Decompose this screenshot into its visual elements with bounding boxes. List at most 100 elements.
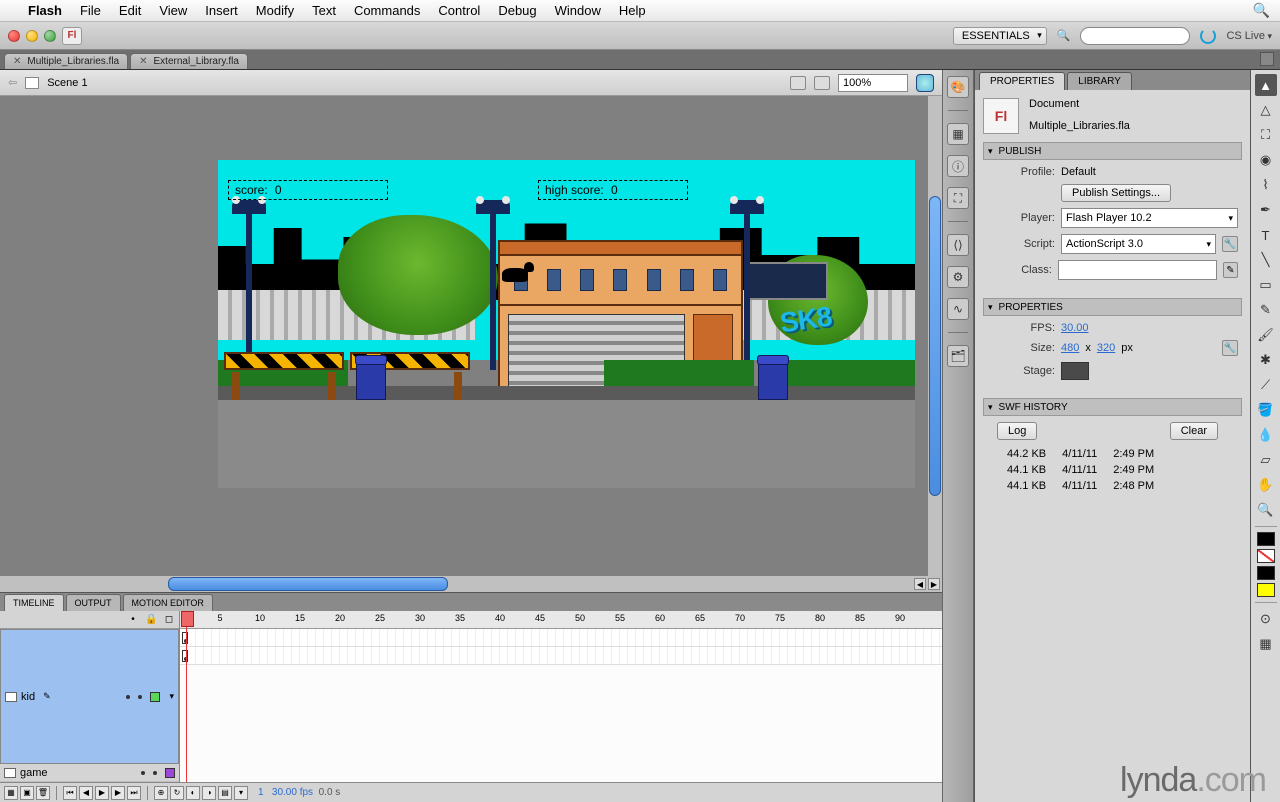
- edit-multiple-button[interactable]: ▤: [218, 786, 232, 800]
- 3d-rotation-tool[interactable]: ◉: [1255, 149, 1277, 171]
- publish-settings-button[interactable]: Publish Settings...: [1061, 184, 1171, 202]
- class-input[interactable]: [1058, 260, 1217, 280]
- fill-color-swatch[interactable]: [1257, 566, 1275, 580]
- step-forward-button[interactable]: ▶: [111, 786, 125, 800]
- project-panel-icon[interactable]: 🗂: [947, 345, 969, 367]
- scene-label[interactable]: Scene 1: [47, 77, 87, 89]
- paint-bucket-tool[interactable]: 🪣: [1255, 399, 1277, 421]
- spotlight-icon[interactable]: 🔍: [1253, 2, 1270, 19]
- cslive-dropdown[interactable]: CS Live: [1226, 30, 1272, 42]
- menu-view[interactable]: View: [159, 3, 187, 18]
- sync-icon[interactable]: [1200, 28, 1216, 44]
- lock-column-icon[interactable]: 🔒: [145, 614, 157, 626]
- selection-tool[interactable]: ▲: [1255, 74, 1277, 96]
- pencil-tool[interactable]: ✎: [1255, 299, 1277, 321]
- play-button[interactable]: ▶: [95, 786, 109, 800]
- pen-tool[interactable]: ✒: [1255, 199, 1277, 221]
- stage-vertical-scrollbar[interactable]: [928, 96, 942, 576]
- transform-panel-icon[interactable]: ⛶: [947, 187, 969, 209]
- onion-skin-button[interactable]: ◐: [186, 786, 200, 800]
- zoom-window-button[interactable]: [44, 30, 56, 42]
- stroke-color-swatch[interactable]: [1257, 532, 1275, 546]
- subselection-tool[interactable]: △: [1255, 99, 1277, 121]
- swf-history-section-header[interactable]: SWF HISTORY: [983, 398, 1242, 416]
- tab-motion-editor[interactable]: MOTION EDITOR: [123, 594, 213, 611]
- tab-output[interactable]: OUTPUT: [66, 594, 121, 611]
- motion-presets-icon[interactable]: ∿: [947, 298, 969, 320]
- frames-area[interactable]: 1 5 10 15 20 25 30 35 40 45 50 55 60 65: [180, 611, 942, 782]
- back-icon[interactable]: ⇦: [8, 76, 17, 89]
- close-window-button[interactable]: [8, 30, 20, 42]
- new-layer-button[interactable]: ▦: [4, 786, 18, 800]
- deco-tool[interactable]: ✱: [1255, 349, 1277, 371]
- goto-last-button[interactable]: ⏭: [127, 786, 141, 800]
- scroll-right-icon[interactable]: ▶: [928, 578, 940, 590]
- stage-horizontal-scrollbar[interactable]: ◀▶: [0, 576, 942, 592]
- delete-layer-button[interactable]: 🗑: [36, 786, 50, 800]
- modify-markers-button[interactable]: ▾: [234, 786, 248, 800]
- stage-height[interactable]: 320: [1097, 342, 1115, 354]
- snap-to-objects-button[interactable]: ⊙: [1255, 608, 1277, 630]
- frame-row[interactable]: [180, 629, 942, 647]
- hand-tool[interactable]: ✋: [1255, 474, 1277, 496]
- components-panel-icon[interactable]: ⚙: [947, 266, 969, 288]
- layer-row[interactable]: kid ✎: [0, 629, 179, 764]
- edit-scene-icon[interactable]: [790, 76, 806, 90]
- free-transform-tool[interactable]: ⛶: [1255, 124, 1277, 146]
- stage-viewport[interactable]: SK8 score: 0 high score: 0: [0, 96, 942, 576]
- menu-commands[interactable]: Commands: [354, 3, 420, 18]
- highscore-textfield[interactable]: high score: 0: [538, 180, 688, 200]
- lasso-tool[interactable]: ⌇: [1255, 174, 1277, 196]
- menu-text[interactable]: Text: [312, 3, 336, 18]
- menu-file[interactable]: File: [80, 3, 101, 18]
- stage-color-swatch[interactable]: [1061, 362, 1089, 380]
- stage-width[interactable]: 480: [1061, 342, 1079, 354]
- zoom-tool[interactable]: 🔍: [1255, 499, 1277, 521]
- visibility-column-icon[interactable]: •: [127, 614, 139, 626]
- close-tab-icon[interactable]: ✕: [139, 56, 147, 67]
- frame-ruler[interactable]: 1 5 10 15 20 25 30 35 40 45 50 55 60 65: [180, 611, 942, 629]
- onion-outline-button[interactable]: ◑: [202, 786, 216, 800]
- text-tool[interactable]: T: [1255, 224, 1277, 246]
- properties-section-header[interactable]: PROPERTIES: [983, 298, 1242, 316]
- code-snippets-icon[interactable]: ⟨⟩: [947, 234, 969, 256]
- outline-column-icon[interactable]: ◻: [163, 614, 175, 626]
- menu-control[interactable]: Control: [438, 3, 480, 18]
- align-panel-icon[interactable]: ▦: [947, 123, 969, 145]
- search-input[interactable]: [1080, 27, 1190, 45]
- publish-section-header[interactable]: PUBLISH: [983, 142, 1242, 160]
- player-dropdown[interactable]: Flash Player 10.2: [1061, 208, 1238, 228]
- document-tab[interactable]: ✕ Multiple_Libraries.fla: [4, 53, 128, 69]
- goto-first-button[interactable]: ⏮: [63, 786, 77, 800]
- fps-value[interactable]: 30.00: [1061, 322, 1089, 334]
- menu-help[interactable]: Help: [619, 3, 646, 18]
- score-textfield[interactable]: score: 0: [228, 180, 388, 200]
- minimize-window-button[interactable]: [26, 30, 38, 42]
- menu-window[interactable]: Window: [555, 3, 601, 18]
- step-back-button[interactable]: ◀: [79, 786, 93, 800]
- menu-app[interactable]: Flash: [28, 3, 62, 18]
- swap-colors-swatch[interactable]: [1257, 583, 1275, 597]
- options-button[interactable]: ▦: [1255, 633, 1277, 655]
- document-tab[interactable]: ✕ External_Library.fla: [130, 53, 248, 69]
- close-tab-icon[interactable]: ✕: [13, 56, 21, 67]
- zoom-dropdown-button[interactable]: [916, 74, 934, 92]
- center-frame-button[interactable]: ⊕: [154, 786, 168, 800]
- script-dropdown[interactable]: ActionScript 3.0: [1061, 234, 1216, 254]
- swatches-panel-icon[interactable]: 🎨: [947, 76, 969, 98]
- line-tool[interactable]: ╲: [1255, 249, 1277, 271]
- tab-timeline[interactable]: TIMELINE: [4, 594, 64, 611]
- eyedropper-tool[interactable]: 💧: [1255, 424, 1277, 446]
- frame-row[interactable]: [180, 647, 942, 665]
- loop-button[interactable]: ↻: [170, 786, 184, 800]
- rectangle-tool[interactable]: ▭: [1255, 274, 1277, 296]
- keyframe[interactable]: [182, 650, 188, 662]
- workspace-dropdown[interactable]: ESSENTIALS: [953, 27, 1047, 45]
- info-panel-icon[interactable]: ⓘ: [947, 155, 969, 177]
- layer-row[interactable]: game: [0, 764, 179, 782]
- tab-library[interactable]: LIBRARY: [1067, 72, 1132, 90]
- menu-insert[interactable]: Insert: [205, 3, 238, 18]
- menu-modify[interactable]: Modify: [256, 3, 294, 18]
- tab-properties[interactable]: PROPERTIES: [979, 72, 1065, 90]
- fill-none-swatch[interactable]: [1257, 549, 1275, 563]
